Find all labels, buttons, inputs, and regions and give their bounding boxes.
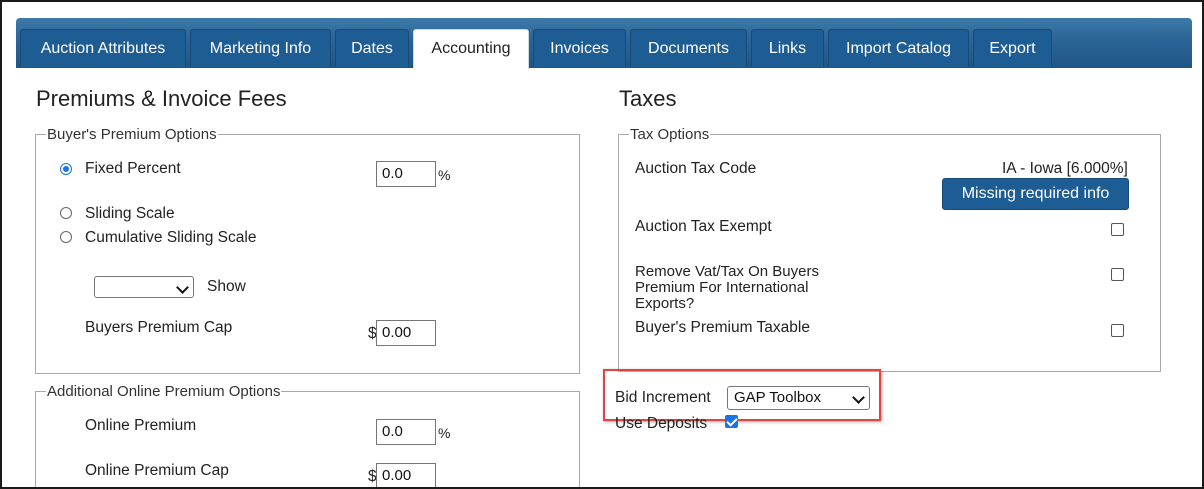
tab-accounting[interactable]: Accounting — [413, 29, 529, 69]
tab-dates[interactable]: Dates — [335, 29, 409, 67]
online-premium-label: Online Premium — [85, 417, 197, 434]
tab-import-catalog[interactable]: Import Catalog — [828, 29, 969, 67]
bid-increment-label: Bid Increment — [615, 389, 711, 406]
chevron-down-icon — [176, 281, 189, 294]
tax-options-legend: Tax Options — [630, 126, 710, 143]
remove-vat-line-3: Exports? — [635, 295, 695, 312]
premiums-title: Premiums & Invoice Fees — [36, 86, 287, 111]
window-frame: Auction Attributes Marketing Info Dates … — [0, 0, 1204, 489]
auction-tax-code-label: Auction Tax Code — [635, 160, 757, 177]
online-percent-sign: % — [438, 425, 451, 441]
tab-auction-attributes[interactable]: Auction Attributes — [20, 29, 186, 67]
show-link[interactable]: Show — [207, 278, 246, 296]
chevron-down-icon — [852, 391, 865, 404]
taxes-title: Taxes — [619, 86, 677, 111]
buyers-premium-taxable-label: Buyer's Premium Taxable — [635, 319, 810, 336]
remove-vat-checkbox[interactable] — [1111, 268, 1124, 281]
tab-bar: Auction Attributes Marketing Info Dates … — [16, 18, 1192, 69]
auction-tax-exempt-checkbox[interactable] — [1111, 223, 1124, 236]
auction-tax-code-value: IA - Iowa [6.000%] — [1002, 160, 1128, 177]
buyers-premium-taxable-checkbox[interactable] — [1111, 324, 1124, 337]
fixed-percent-label: Fixed Percent — [85, 160, 181, 177]
online-premium-cap-input[interactable]: 0.00 — [376, 463, 436, 487]
buyers-premium-cap-label: Buyers Premium Cap — [85, 319, 233, 336]
remove-vat-line-1: Remove Vat/Tax On Buyers — [635, 263, 819, 280]
fixed-percent-input[interactable]: 0.0 — [376, 161, 436, 187]
online-premium-legend: Additional Online Premium Options — [47, 383, 281, 400]
tab-documents[interactable]: Documents — [630, 29, 747, 67]
buyers-premium-legend: Buyer's Premium Options — [47, 126, 217, 143]
tab-marketing-info[interactable]: Marketing Info — [190, 29, 331, 67]
cumulative-sliding-scale-label: Cumulative Sliding Scale — [85, 229, 257, 246]
fixed-percent-radio[interactable] — [60, 163, 72, 175]
tab-export[interactable]: Export — [973, 29, 1052, 67]
use-deposits-label: Use Deposits — [615, 415, 708, 432]
tab-invoices[interactable]: Invoices — [533, 29, 626, 67]
tab-links[interactable]: Links — [751, 29, 824, 67]
percent-sign: % — [438, 167, 451, 183]
use-deposits-checkbox[interactable] — [725, 415, 738, 428]
sliding-scale-select[interactable] — [94, 276, 194, 298]
missing-required-info-button[interactable]: Missing required info — [942, 178, 1129, 210]
sliding-scale-label: Sliding Scale — [85, 205, 175, 222]
online-premium-cap-label: Online Premium Cap — [85, 462, 229, 479]
cumulative-sliding-scale-radio[interactable] — [60, 231, 72, 243]
remove-vat-line-2: Premium For International — [635, 279, 809, 296]
bid-increment-selected: GAP Toolbox — [734, 389, 822, 406]
bid-increment-select[interactable]: GAP Toolbox — [727, 386, 870, 410]
buyers-premium-cap-input[interactable]: 0.00 — [376, 320, 436, 346]
sliding-scale-radio[interactable] — [60, 207, 72, 219]
remove-vat-label: Remove Vat/Tax On Buyers Premium For Int… — [635, 264, 819, 312]
online-premium-input[interactable]: 0.0 — [376, 419, 436, 445]
auction-tax-exempt-label: Auction Tax Exempt — [635, 218, 772, 235]
